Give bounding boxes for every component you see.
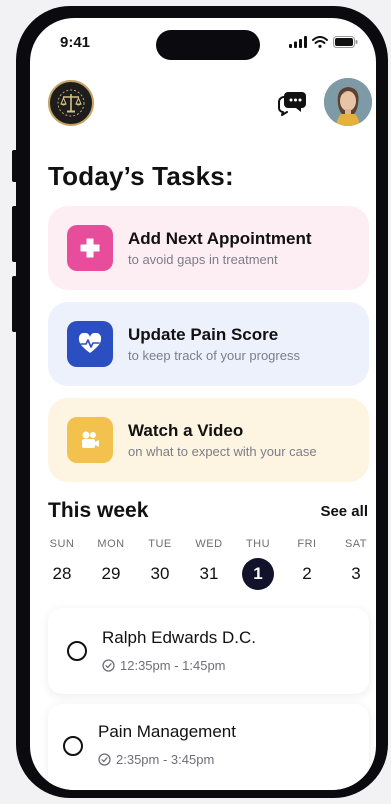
task-title: Watch a Video [128, 421, 244, 440]
this-week-heading: This week [48, 499, 149, 522]
day-mon[interactable]: MON 29 [91, 538, 131, 590]
task-text: Add Next Appointment to avoid gaps in tr… [128, 229, 312, 267]
task-title: Add Next Appointment [128, 229, 312, 248]
chat-bubble-icon[interactable] [277, 88, 307, 116]
medical-cross-icon [80, 238, 100, 258]
week-day-picker: SUN 28 MON 29 TUE 30 WED 31 THU 1 FRI 2 … [42, 538, 376, 590]
day-name: THU [245, 538, 271, 550]
status-time: 9:41 [60, 34, 91, 51]
appointment-time: 12:35pm - 1:45pm [120, 658, 226, 673]
day-number: 2 [302, 564, 312, 583]
task-subtitle: to avoid gaps in treatment [128, 252, 278, 267]
day-thu-selected[interactable]: THU 1 [238, 538, 278, 590]
task-card-watch-video[interactable]: Watch a Video on what to expect with you… [48, 398, 369, 482]
status-bar: 9:41 [30, 18, 376, 68]
day-number: 29 [101, 564, 121, 583]
task-title: Update Pain Score [128, 325, 279, 344]
task-icon-box [67, 225, 113, 271]
clock-icon [98, 753, 111, 766]
day-number: 28 [52, 564, 72, 583]
task-text: Update Pain Score to keep track of your … [128, 325, 300, 363]
day-name: TUE [148, 538, 172, 550]
day-number-selected: 1 [242, 558, 274, 590]
day-name: SUN [49, 538, 75, 550]
day-tue[interactable]: TUE 30 [140, 538, 180, 590]
phone-volume-down-button [12, 276, 18, 332]
day-name: FRI [297, 538, 317, 550]
appointment-title: Pain Management [98, 722, 236, 741]
user-portrait-icon [324, 78, 372, 126]
see-all-link[interactable]: See all [320, 503, 368, 520]
law-firm-logo[interactable] [48, 80, 94, 126]
task-subtitle: to keep track of your progress [128, 348, 300, 363]
task-icon-box [67, 417, 113, 463]
task-card-update-pain-score[interactable]: Update Pain Score to keep track of your … [48, 302, 369, 386]
day-number: 31 [199, 564, 219, 583]
cellular-signal-icon [289, 36, 307, 48]
page-title: Today’s Tasks: [48, 161, 234, 191]
appointment-card[interactable]: Ralph Edwards D.C. 12:35pm - 1:45pm [48, 608, 369, 694]
appointment-time-row: 2:35pm - 3:45pm [98, 752, 214, 767]
task-text: Watch a Video on what to expect with you… [128, 421, 317, 459]
phone-side-button [12, 150, 18, 182]
task-icon-box [67, 321, 113, 367]
task-card-add-appointment[interactable]: Add Next Appointment to avoid gaps in tr… [48, 206, 369, 290]
appointment-checkbox[interactable] [63, 736, 83, 756]
wifi-icon [312, 36, 328, 48]
appointment-time-row: 12:35pm - 1:45pm [102, 658, 226, 673]
day-number: 3 [351, 564, 361, 583]
battery-icon [333, 36, 358, 48]
scales-of-justice-icon [57, 89, 85, 117]
appointment-checkbox[interactable] [67, 641, 87, 661]
day-name: MON [97, 538, 125, 550]
appointment-card[interactable]: Pain Management 2:35pm - 3:45pm [48, 704, 369, 790]
appointment-title: Ralph Edwards D.C. [102, 628, 257, 647]
task-subtitle: on what to expect with your case [128, 444, 317, 459]
phone-volume-up-button [12, 206, 18, 262]
user-avatar[interactable] [324, 78, 372, 126]
day-wed[interactable]: WED 31 [189, 538, 229, 590]
dynamic-island [156, 30, 260, 60]
day-name: WED [195, 538, 223, 550]
day-sun[interactable]: SUN 28 [42, 538, 82, 590]
video-camera-icon [82, 431, 99, 448]
day-fri[interactable]: FRI 2 [287, 538, 327, 590]
clock-icon [102, 659, 115, 672]
day-sat[interactable]: SAT 3 [336, 538, 376, 590]
day-name: SAT [344, 538, 368, 550]
appointment-time: 2:35pm - 3:45pm [116, 752, 215, 767]
heart-pulse-icon [78, 333, 102, 353]
app-screen: 9:41 Today’s Tasks: Add Next Appointment… [30, 18, 376, 790]
status-icons [289, 36, 358, 48]
day-number: 30 [150, 564, 170, 583]
